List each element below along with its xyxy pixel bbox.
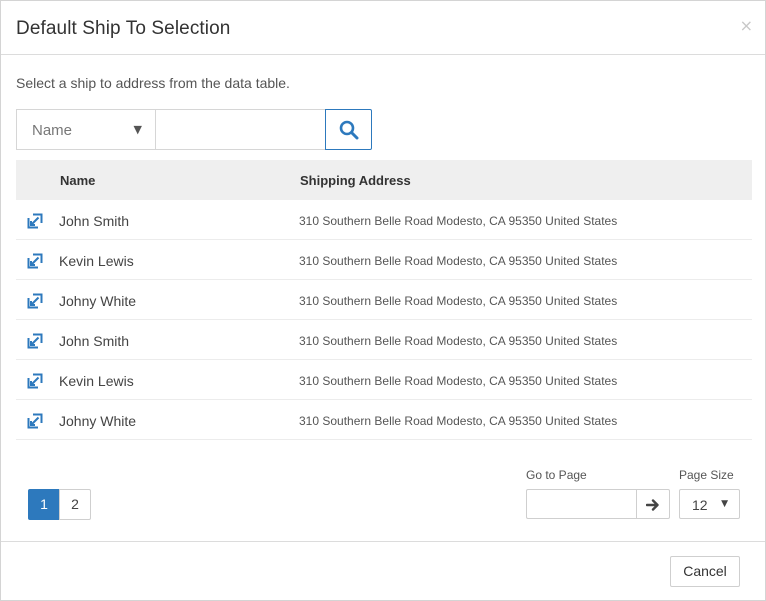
cell-name: John Smith (59, 333, 130, 349)
select-arrow-icon[interactable] (27, 333, 43, 349)
cell-shipping-address: 310 Southern Belle Road Modesto, CA 9535… (299, 294, 618, 308)
cell-name: Johny White (59, 413, 137, 429)
cell-shipping-address: 310 Southern Belle Road Modesto, CA 9535… (299, 414, 618, 428)
table-row[interactable]: Johny White 310 Southern Belle Road Modes… (16, 280, 752, 320)
search-button[interactable] (325, 109, 372, 150)
arrow-right-icon (646, 499, 659, 511)
search-icon (339, 120, 359, 140)
cell-shipping-address: 310 Southern Belle Road Modesto, CA 9535… (299, 334, 618, 348)
page-size-select[interactable]: 12 ▼ (679, 489, 740, 519)
column-header-shipping-address: Shipping Address (300, 173, 411, 188)
ship-to-selection-modal: Default Ship To Selection × Select a shi… (0, 0, 766, 601)
cell-shipping-address: 310 Southern Belle Road Modesto, CA 9535… (299, 254, 618, 268)
caret-down-icon: ▼ (133, 123, 142, 136)
goto-page-button[interactable] (636, 489, 670, 519)
cancel-button[interactable]: Cancel (670, 556, 740, 587)
cell-name: Kevin Lewis (59, 253, 134, 269)
search-field-select[interactable]: Name ▼ (16, 109, 156, 150)
select-arrow-icon[interactable] (27, 413, 43, 429)
search-input[interactable] (155, 109, 326, 150)
table-row[interactable]: John Smith 310 Southern Belle Road Modest… (16, 200, 752, 240)
page-button-1[interactable]: 1 (28, 489, 60, 520)
table-body: John Smith 310 Southern Belle Road Modest… (16, 200, 752, 440)
search-field-value: Name (32, 122, 73, 139)
table-row[interactable]: Johny White 310 Southern Belle Road Modes… (16, 400, 752, 440)
caret-down-icon: ▼ (721, 499, 728, 509)
goto-page-input[interactable] (526, 489, 637, 519)
cell-name: Johny White (59, 293, 137, 309)
page-size-label: Page Size (679, 468, 734, 482)
search-bar: Name ▼ (16, 109, 372, 150)
table-row[interactable]: John Smith 310 Southern Belle Road Modest… (16, 320, 752, 360)
goto-page-label: Go to Page (526, 468, 587, 482)
cell-name: Kevin Lewis (59, 373, 134, 389)
select-arrow-icon[interactable] (27, 373, 43, 389)
table-row[interactable]: Kevin Lewis 310 Southern Belle Road Modes… (16, 240, 752, 280)
select-arrow-icon[interactable] (27, 293, 43, 309)
close-icon[interactable]: × (740, 15, 753, 37)
instruction-text: Select a ship to address from the data t… (16, 75, 290, 91)
cell-shipping-address: 310 Southern Belle Road Modesto, CA 9535… (299, 214, 618, 228)
cell-shipping-address: 310 Southern Belle Road Modesto, CA 9535… (299, 374, 618, 388)
modal-footer: Cancel (1, 541, 765, 600)
select-arrow-icon[interactable] (27, 213, 43, 229)
modal-title: Default Ship To Selection (16, 18, 231, 39)
page-size-value: 12 (692, 497, 708, 513)
cell-name: John Smith (59, 213, 130, 229)
page-button-2[interactable]: 2 (59, 489, 91, 520)
ship-to-table: Name Shipping Address John Smith 310 Sout… (16, 160, 752, 440)
select-arrow-icon[interactable] (27, 253, 43, 269)
modal-header: Default Ship To Selection × (1, 1, 765, 55)
column-header-name: Name (60, 173, 96, 188)
table-header: Name Shipping Address (16, 160, 752, 200)
table-row[interactable]: Kevin Lewis 310 Southern Belle Road Modes… (16, 360, 752, 400)
